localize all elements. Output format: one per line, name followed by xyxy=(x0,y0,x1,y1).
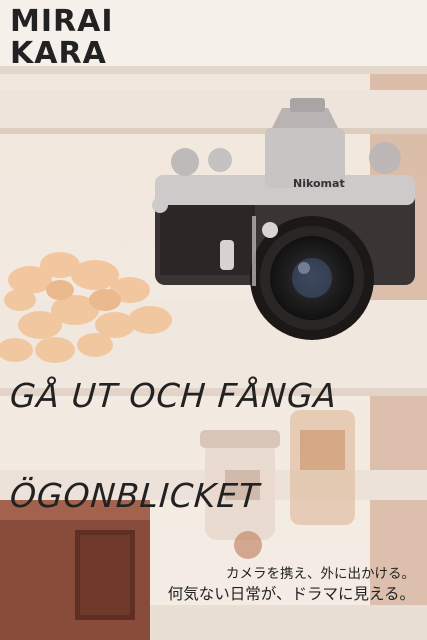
shelf-photo: Nikomat xyxy=(0,0,427,640)
brand-line-2: KARA xyxy=(10,36,107,71)
wooden-box xyxy=(0,500,150,640)
caption-line-1: カメラを携え、外に出かける。 xyxy=(226,566,415,582)
caption-line-2: 何気ない日常が、ドラマに見える。 xyxy=(167,585,415,603)
photo-background: Nikomat xyxy=(0,0,427,640)
brand-line-1: MIRAI xyxy=(10,4,114,39)
headline-line-2: ÖGONBLICKET xyxy=(8,476,262,515)
camera-brand-label: Nikomat xyxy=(293,177,345,190)
brand-logo: MIRAI KARA xyxy=(10,6,114,70)
headline-line-1: GÅ UT OCH FÅNGA xyxy=(8,376,339,415)
